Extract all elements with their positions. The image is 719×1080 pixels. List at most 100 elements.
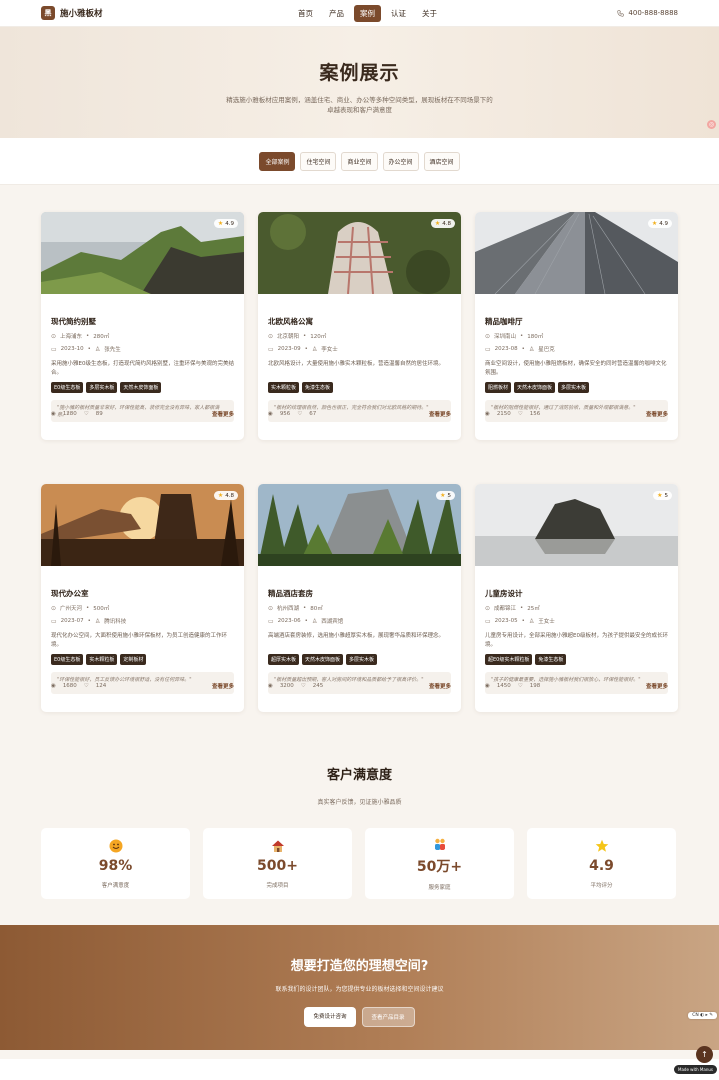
stat-label: 平均评分 <box>590 882 613 889</box>
case-location: 广州天河 <box>60 606 83 612</box>
stat-card: 50万+ 服务家庭 <box>365 828 514 899</box>
stat-number: 500+ <box>257 857 298 874</box>
star-icon: ★ <box>217 492 224 499</box>
filter-commercial[interactable]: 商业空间 <box>341 151 378 171</box>
heart-icon[interactable]: ♡ <box>518 411 523 417</box>
product-catalog-button[interactable]: 查看产品目录 <box>361 1007 415 1027</box>
heart-icon[interactable]: ♡ <box>301 683 306 689</box>
location-pin-icon: ⊙ <box>51 604 57 612</box>
phone-icon <box>617 9 625 17</box>
product-tag: 实木颗粒板 <box>86 654 118 665</box>
cta-title: 想要打造您的理想空间? <box>290 959 429 974</box>
free-consult-button[interactable]: 免费设计咨询 <box>304 1007 356 1027</box>
logo[interactable]: 黑 施小雅板材 <box>41 6 103 20</box>
filter-residential[interactable]: 住宅空间 <box>300 151 337 171</box>
case-area: 80㎡ <box>310 606 323 612</box>
nav-home[interactable]: 首页 <box>292 5 319 22</box>
main-nav: 首页 产品 案例 认证 关于 <box>292 5 443 22</box>
dot-separator: • <box>303 605 307 611</box>
case-client: 张先生 <box>104 347 121 353</box>
nav-certification[interactable]: 认证 <box>385 5 412 22</box>
filter-hotel[interactable]: 酒店空间 <box>423 151 460 171</box>
case-card[interactable]: ★ 5 儿童房设计 ⊙ 成都锦江 • 25㎡ ▭ 2023-05 • ♙ 王女士 儿童房专用设计… <box>475 484 678 712</box>
stat-label: 完成项目 <box>266 882 289 889</box>
nav-cases[interactable]: 案例 <box>354 5 381 22</box>
product-tag: 免漆生态板 <box>535 654 567 665</box>
filter-all[interactable]: 全部案例 <box>259 151 296 171</box>
eye-icon: ◉ <box>268 683 273 689</box>
case-filter-bar: 全部案例 住宅空间 商业空间 办公空间 酒店空间 <box>0 138 719 185</box>
product-tag: 天然木皮饰面板 <box>514 382 556 393</box>
product-tag: E0级生态板 <box>51 382 84 393</box>
language-toolbar[interactable]: CN ◐ ▸ ✎ <box>688 1012 717 1019</box>
like-count: 124 <box>95 683 107 689</box>
case-image: ★ 4.8 <box>258 212 461 295</box>
case-card[interactable]: ★ 4.8 北欧风格公寓 ⊙ 北京朝阳 • 120㎡ ▭ 2023-09 • ♙ 李女士 北欧风… <box>258 212 461 440</box>
heart-icon[interactable]: ♡ <box>84 411 89 417</box>
location-pin-icon: ⊙ <box>268 332 274 340</box>
view-more-link[interactable]: 查看更多 <box>646 410 668 418</box>
star-emoji-icon <box>595 839 608 852</box>
case-card[interactable]: ★ 4.8 现代办公室 ⊙ 广州天河 • 500㎡ ▭ 2023-07 • ♙ 腾讯科技 现代化… <box>41 484 244 712</box>
case-tags: E0级生态板 多层实木板 天然木皮饰面板 <box>51 382 234 393</box>
page-title: 案例展示 <box>319 62 400 84</box>
case-description: 北欧风格设计，大量使用施小雅实木颗粒板，营造温馨自然的居住环境。 <box>268 361 445 367</box>
heart-icon[interactable]: ♡ <box>84 683 89 689</box>
filter-office[interactable]: 办公空间 <box>382 151 419 171</box>
view-more-link[interactable]: 查看更多 <box>646 682 668 690</box>
case-client: 西湖宾馆 <box>321 619 344 625</box>
product-tag: E0级生态板 <box>51 654 84 665</box>
calendar-icon: ▭ <box>485 345 491 353</box>
star-icon: ★ <box>434 220 441 227</box>
phone-contact[interactable]: 400-888-8888 <box>617 9 678 17</box>
case-date: 2023-07 <box>60 618 84 624</box>
case-card[interactable]: ★ 4.9 精品咖啡厅 ⊙ 深圳南山 • 180㎡ ▭ 2023-08 • ♙ 星巴克 商业空间… <box>475 212 678 440</box>
view-more-link[interactable]: 查看更多 <box>429 682 451 690</box>
case-location: 北京朝阳 <box>277 334 300 340</box>
cases-section: ★ 4.9 现代简约别墅 ⊙ 上海浦东 • 280㎡ ▭ 2023-10 • ♙ 张先生 采用施… <box>0 185 719 738</box>
satisfaction-subtitle: 真实客户反馈，见证施小雅品质 <box>317 799 402 806</box>
calendar-icon: ▭ <box>268 345 274 353</box>
house-emoji-icon <box>271 840 284 852</box>
like-count: 67 <box>309 411 317 417</box>
calendar-icon: ▭ <box>51 345 57 353</box>
case-image: ★ 4.8 <box>41 484 244 566</box>
eye-icon: ◉ <box>268 411 273 417</box>
dot-separator: • <box>520 605 524 611</box>
rating-value: 5 <box>664 492 669 499</box>
case-client: 星巴克 <box>538 347 555 353</box>
case-description: 高端酒店套房装修，选用施小雅超厚实木板，展现奢华品质和环保理念。 <box>268 633 445 639</box>
stats-row: 98% 客户满意度 500+ 完成项目 50万+ 服务家庭 4.9 平均评分 <box>41 828 678 899</box>
case-location-row: ⊙ 广州天河 • 500㎡ <box>51 604 234 613</box>
case-card[interactable]: ★ 4.9 现代简约别墅 ⊙ 上海浦东 • 280㎡ ▭ 2023-10 • ♙ 张先生 采用施… <box>41 212 244 440</box>
view-more-link[interactable]: 查看更多 <box>212 410 234 418</box>
heart-icon[interactable]: ♡ <box>518 683 523 689</box>
case-date-row: ▭ 2023-07 • ♙ 腾讯科技 <box>51 617 234 626</box>
case-card[interactable]: ★ 5 精品酒店套房 ⊙ 杭州西湖 • 80㎡ ▭ 2023-06 • ♙ 西湖宾馆 高端酒店套… <box>258 484 461 712</box>
nav-about[interactable]: 关于 <box>416 5 443 22</box>
case-date: 2023-08 <box>494 346 518 352</box>
case-description: 采用施小雅E0级生态板，打造现代简约风格别墅，注重环保与美观的完美结合。 <box>51 361 234 376</box>
dot-separator: • <box>303 333 307 339</box>
case-client: 腾讯科技 <box>104 619 127 625</box>
nav-products[interactable]: 产品 <box>323 5 350 22</box>
case-tags: 阻燃板材 天然木皮饰面板 多层实木板 <box>485 382 668 393</box>
view-more-link[interactable]: 查看更多 <box>429 410 451 418</box>
case-date-row: ▭ 2023-06 • ♙ 西湖宾馆 <box>268 617 451 626</box>
floating-widget-icon[interactable]: ◎ <box>707 120 716 129</box>
case-date-row: ▭ 2023-08 • ♙ 星巴克 <box>485 345 668 354</box>
dot-separator: • <box>521 346 525 352</box>
dot-separator: • <box>87 346 91 352</box>
made-with-badge[interactable]: Made with Manus <box>674 1065 717 1074</box>
case-location-row: ⊙ 北京朝阳 • 120㎡ <box>268 332 451 341</box>
heart-icon[interactable]: ♡ <box>297 411 302 417</box>
eye-icon: ◉ <box>485 683 490 689</box>
view-count: 1450 <box>496 683 511 689</box>
like-count: 156 <box>529 411 541 417</box>
view-more-link[interactable]: 查看更多 <box>212 682 234 690</box>
case-image: ★ 5 <box>258 484 461 566</box>
back-to-top-button[interactable]: ↑ <box>696 1046 713 1063</box>
user-icon: ♙ <box>528 617 535 625</box>
rating-value: 4.8 <box>225 492 234 499</box>
case-client: 王女士 <box>538 619 555 625</box>
